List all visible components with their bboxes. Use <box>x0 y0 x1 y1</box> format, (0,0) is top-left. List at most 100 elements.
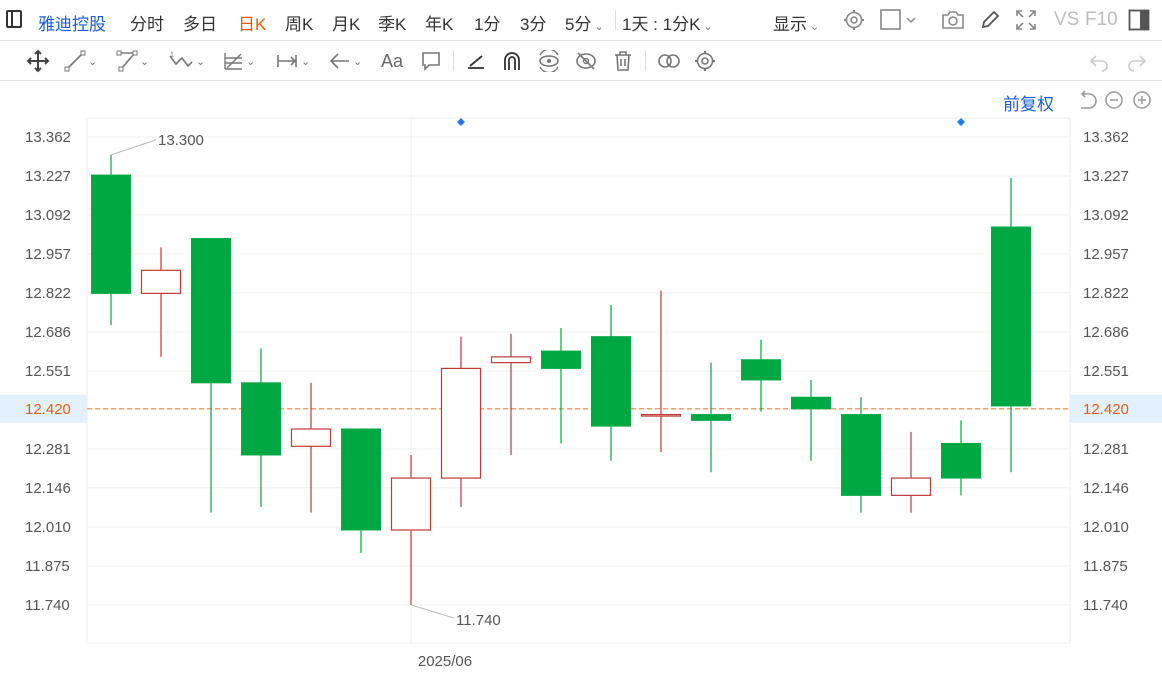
candle <box>841 397 881 513</box>
y-tick-label-left: 13.227 <box>25 168 71 185</box>
fib-tool[interactable]: ⌄ <box>222 49 255 73</box>
candle-body <box>290 428 332 447</box>
polyline-tool[interactable]: ⌄ <box>116 49 149 73</box>
wave-tool[interactable]: 1 ⌄ <box>168 49 205 73</box>
candle-body <box>490 356 532 364</box>
display-button-label: 显示 <box>773 15 807 34</box>
chevron-down-icon: ⌄ <box>810 21 820 33</box>
period-tab-5min[interactable]: 5分 ⌄ <box>565 10 604 35</box>
y-tick-label-right: 13.092 <box>1083 207 1129 224</box>
period-tab-daily[interactable]: 日K <box>238 10 266 35</box>
sidebar-toggle-icon[interactable] <box>6 10 22 28</box>
display-button[interactable]: 显示 ⌄ <box>773 10 819 35</box>
divider <box>453 51 454 71</box>
y-tick-label-right: 12.146 <box>1083 480 1129 497</box>
range-tool[interactable]: ⌄ <box>275 49 310 73</box>
candle-body <box>91 174 131 294</box>
y-tick-label-left: 13.092 <box>25 207 71 224</box>
pencil-icon[interactable] <box>979 9 1001 36</box>
text-tool[interactable]: Aa <box>381 49 403 73</box>
current-price-label-left: 12.420 <box>25 401 71 418</box>
period-tab-quarterly[interactable]: 季K <box>378 10 406 35</box>
range-icon <box>277 55 297 67</box>
y-tick-label-right: 12.822 <box>1083 285 1129 302</box>
divider <box>645 51 646 71</box>
y-tick-label-left: 12.010 <box>25 519 71 536</box>
wave-icon: 1 <box>169 52 193 68</box>
candle-body <box>440 367 482 479</box>
period-tab-weekly[interactable]: 周K <box>285 10 313 35</box>
divider <box>615 10 616 30</box>
y-tick-label-right: 12.957 <box>1083 246 1129 263</box>
panel-toggle-icon[interactable] <box>1128 9 1150 36</box>
chevron-down-icon: ⌄ <box>196 55 206 68</box>
camera-icon[interactable] <box>941 9 965 36</box>
y-tick-label-left: 11.740 <box>25 597 70 614</box>
interval-setting-label: 1天 : 1分K <box>622 15 701 34</box>
candle-body <box>241 382 281 456</box>
f10-button[interactable]: F10 <box>1085 9 1118 31</box>
gear-icon[interactable] <box>843 9 865 36</box>
chevron-down-icon: ⌄ <box>246 55 256 68</box>
chart-style-select[interactable] <box>880 9 918 36</box>
high-price-label: 13.300 <box>158 132 204 149</box>
period-tab-3min[interactable]: 3分 <box>520 10 546 35</box>
y-tick-label-left: 12.686 <box>25 324 71 341</box>
line-tool[interactable]: ⌄ <box>64 49 97 73</box>
period-tab-monthly[interactable]: 月K <box>332 10 360 35</box>
magnet-icon[interactable] <box>501 49 523 73</box>
y-tick-label-right: 11.740 <box>1083 597 1128 614</box>
period-bar: 雅迪控股 分时 多日 日K 周K 月K 季K 年K 1分 3分 5分 ⌄ 1天 :… <box>0 0 1162 41</box>
chevron-down-icon: ⌄ <box>88 55 98 68</box>
date-axis-label: 2025/06 <box>418 653 472 670</box>
candle-body <box>991 226 1031 407</box>
link-icon[interactable] <box>656 49 682 73</box>
undo-icon[interactable] <box>1088 49 1110 73</box>
y-tick-label-left: 11.875 <box>25 558 70 575</box>
interval-setting[interactable]: 1天 : 1分K ⌄ <box>622 10 713 35</box>
period-tab-intraday[interactable]: 分时 <box>130 10 164 35</box>
chevron-down-icon: ⌄ <box>301 55 311 68</box>
plot-area[interactable] <box>86 117 1071 644</box>
y-tick-label-right: 12.551 <box>1083 363 1129 380</box>
candle-body <box>691 414 731 421</box>
y-tick-label-left: 12.146 <box>25 480 71 497</box>
arrow-icon <box>329 53 349 69</box>
candle-body <box>841 414 881 496</box>
candle-body <box>341 428 381 531</box>
chevron-down-icon: ⌄ <box>353 55 363 68</box>
y-tick-label-left: 13.362 <box>25 129 71 146</box>
y-tick-label-left: 12.281 <box>25 441 71 458</box>
y-tick-label-right: 12.010 <box>1083 519 1129 536</box>
svg-text:1: 1 <box>170 52 174 59</box>
candle-body <box>890 477 932 496</box>
y-tick-label-left: 12.822 <box>25 285 71 302</box>
candle-body <box>741 359 781 381</box>
candle-body <box>640 413 682 417</box>
period-tab-5min-label: 5分 <box>565 15 592 34</box>
stock-name[interactable]: 雅迪控股 <box>38 10 106 35</box>
redo-icon[interactable] <box>1126 49 1148 73</box>
brush-icon[interactable] <box>465 49 487 73</box>
y-tick-label-right: 12.281 <box>1083 441 1129 458</box>
trash-icon[interactable] <box>612 49 634 73</box>
settings-icon[interactable] <box>694 49 716 73</box>
y-tick-label-right: 13.362 <box>1083 129 1129 146</box>
vs-button[interactable]: VS <box>1054 9 1079 31</box>
arrow-tool[interactable]: ⌄ <box>329 49 362 73</box>
period-tab-yearly[interactable]: 年K <box>425 10 453 35</box>
line-icon <box>64 50 86 72</box>
candle-body <box>941 442 981 479</box>
comment-icon[interactable] <box>420 49 442 73</box>
hide-icon[interactable] <box>575 49 597 73</box>
period-tab-multiday[interactable]: 多日 <box>183 10 217 35</box>
drawing-toolbar: ⌄ ⌄ 1 ⌄ ⌄ ⌄ ⌄ Aa <box>0 41 1162 81</box>
period-tab-1min[interactable]: 1分 <box>474 10 500 35</box>
candlestick-chart[interactable]: 12.420 12.420 13.362 13.362 13.227 13.227 13.… <box>0 81 1162 678</box>
eye-sync-icon[interactable] <box>537 49 561 73</box>
move-icon[interactable] <box>26 49 50 73</box>
polyline-icon <box>116 50 138 72</box>
y-tick-label-right: 12.686 <box>1083 324 1129 341</box>
fullscreen-icon[interactable] <box>1015 9 1037 36</box>
current-price-label-right: 12.420 <box>1083 401 1129 418</box>
